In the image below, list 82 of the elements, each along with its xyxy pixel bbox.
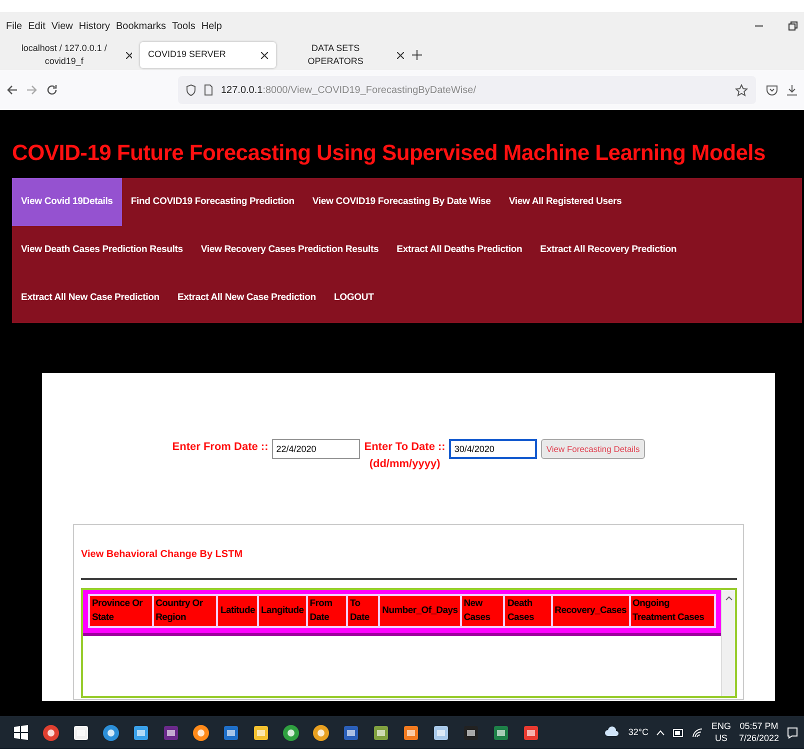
column-header: Recovery_Cases	[552, 595, 630, 627]
browser-icon[interactable]	[42, 724, 60, 742]
column-header: Langitude	[258, 595, 307, 627]
browser-icon[interactable]	[312, 724, 330, 742]
star-icon[interactable]	[735, 84, 748, 96]
nav-link[interactable]: View Recovery Cases Prediction Results	[192, 226, 388, 274]
menu-item[interactable]: Tools	[172, 18, 196, 34]
restore-icon[interactable]	[788, 21, 798, 31]
browser-tab[interactable]: localhost / 127.0.0.1 / covid19_f	[4, 42, 140, 68]
pocket-icon[interactable]	[766, 84, 778, 96]
date-format-hint: (dd/mm/yyyy)	[369, 456, 440, 472]
download-icon[interactable]	[786, 84, 798, 96]
nav-link[interactable]: Extract All New Case Prediction	[12, 274, 168, 322]
back-icon[interactable]	[6, 84, 18, 96]
close-icon[interactable]	[397, 52, 404, 58]
battery-icon[interactable]	[673, 728, 684, 736]
page-title: COVID-19 Future Forecasting Using Supervised Machine Learning Models	[11, 139, 766, 167]
notification-icon[interactable]	[787, 726, 798, 738]
section-title: View Behavioral Change By LSTM	[81, 548, 244, 562]
document-icon[interactable]	[342, 724, 360, 742]
column-header: Death Cases	[504, 595, 552, 627]
scrollbar[interactable]	[721, 590, 735, 696]
to-date-label: Enter To Date ::	[364, 440, 446, 456]
column-header: To Date	[346, 595, 380, 627]
app-icon[interactable]	[222, 724, 240, 742]
column-header: Ongoing Treatment Cases	[630, 595, 715, 627]
page-icon	[204, 84, 213, 96]
nav-link[interactable]: LOGOUT	[324, 274, 383, 322]
browser-tab[interactable]: COVID19 SERVER	[140, 42, 276, 68]
mail-icon[interactable]	[132, 724, 150, 742]
from-date-label: Enter From Date ::	[172, 440, 268, 456]
windows-icon[interactable]	[12, 724, 30, 742]
app-icon[interactable]	[372, 724, 390, 742]
store-icon[interactable]	[72, 724, 90, 742]
weather-temperature[interactable]: 32°C	[628, 726, 648, 740]
column-header: Province Or State	[89, 595, 153, 627]
address-bar[interactable]: 127.0.0.1:8000/View_COVID19_ForecastingByDateWise/	[178, 76, 756, 104]
app-icon[interactable]	[462, 724, 480, 742]
folder-icon[interactable]	[252, 724, 270, 742]
browser-icon[interactable]	[102, 724, 120, 742]
nav-link[interactable]: Extract All Deaths Prediction	[388, 226, 532, 274]
menu-item[interactable]: Edit	[28, 18, 46, 34]
nav-link[interactable]: Extract All Recovery Prediction	[531, 226, 686, 274]
nav-link[interactable]: Find COVID19 Forecasting Prediction	[122, 178, 304, 226]
app-icon[interactable]	[522, 724, 540, 742]
shield-icon	[186, 84, 196, 96]
app-icon[interactable]	[432, 724, 450, 742]
nav-link[interactable]: View Death Cases Prediction Results	[12, 226, 192, 274]
app-icon[interactable]	[402, 724, 420, 742]
clock-time[interactable]: 05:57 PM	[740, 721, 778, 732]
menu-item[interactable]: Help	[201, 18, 222, 34]
reload-icon[interactable]	[46, 84, 58, 96]
column-header: From Date	[306, 595, 347, 627]
menu-item[interactable]: File	[6, 18, 22, 34]
app-icon[interactable]	[162, 724, 180, 742]
to-date-field[interactable]: 30/4/2020	[449, 439, 538, 460]
from-date-field[interactable]: 22/4/2020	[272, 439, 360, 460]
wifi-icon[interactable]	[692, 728, 704, 738]
browser-icon[interactable]	[192, 724, 210, 742]
nav-link[interactable]: View Covid 19Details	[12, 178, 122, 226]
nav-link[interactable]: Extract All New Case Prediction	[168, 274, 325, 322]
menu-item[interactable]: Bookmarks	[116, 18, 166, 34]
chevron-up-icon[interactable]	[656, 730, 666, 736]
spreadsheet-icon[interactable]	[492, 724, 510, 742]
column-header: Latitude	[217, 595, 258, 627]
clock-date[interactable]: 7/26/2022	[738, 732, 779, 744]
nav-link[interactable]: View COVID19 Forecasting By Date Wise	[303, 178, 500, 226]
close-icon[interactable]	[261, 52, 268, 58]
browser-tab[interactable]: DATA SETS OPERATORS	[276, 42, 412, 68]
nav-link[interactable]: View All Registered Users	[500, 178, 631, 226]
column-header: Country Or Region	[152, 595, 218, 627]
region-indicator[interactable]: US	[714, 732, 728, 744]
url-text: 127.0.0.1:8000/View_COVID19_ForecastingByDateWise/	[221, 84, 476, 98]
language-indicator[interactable]: ENG	[711, 721, 731, 732]
menu-item[interactable]: View	[51, 18, 73, 34]
browser-icon[interactable]	[282, 724, 300, 742]
close-icon[interactable]	[126, 52, 132, 58]
column-header: Number_Of_Days	[379, 595, 461, 627]
column-header: New Cases	[460, 595, 504, 627]
menu-item[interactable]: History	[78, 18, 110, 34]
scroll-up-icon[interactable]	[724, 594, 732, 602]
new-tab-icon[interactable]	[412, 50, 422, 60]
